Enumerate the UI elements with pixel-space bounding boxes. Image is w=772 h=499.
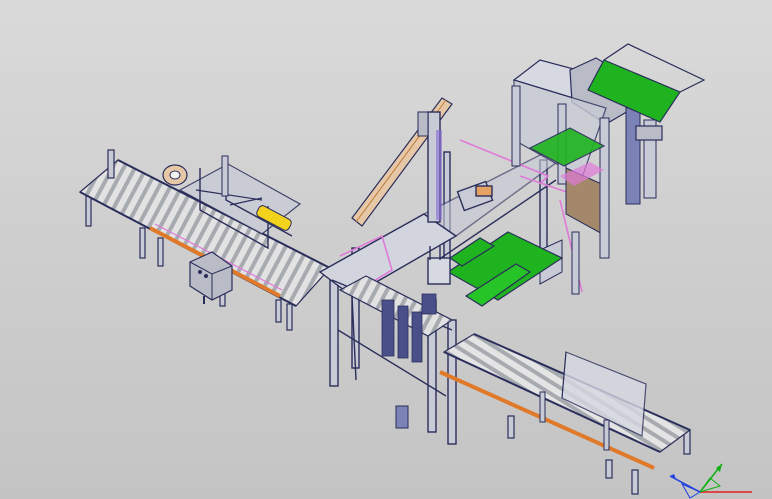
orientation-triad-icon[interactable] xyxy=(660,456,772,499)
lift-column xyxy=(417,111,442,223)
packaging-line-model[interactable] xyxy=(0,0,772,499)
outfeed-conveyor xyxy=(439,333,692,495)
cad-viewport[interactable] xyxy=(0,0,772,499)
